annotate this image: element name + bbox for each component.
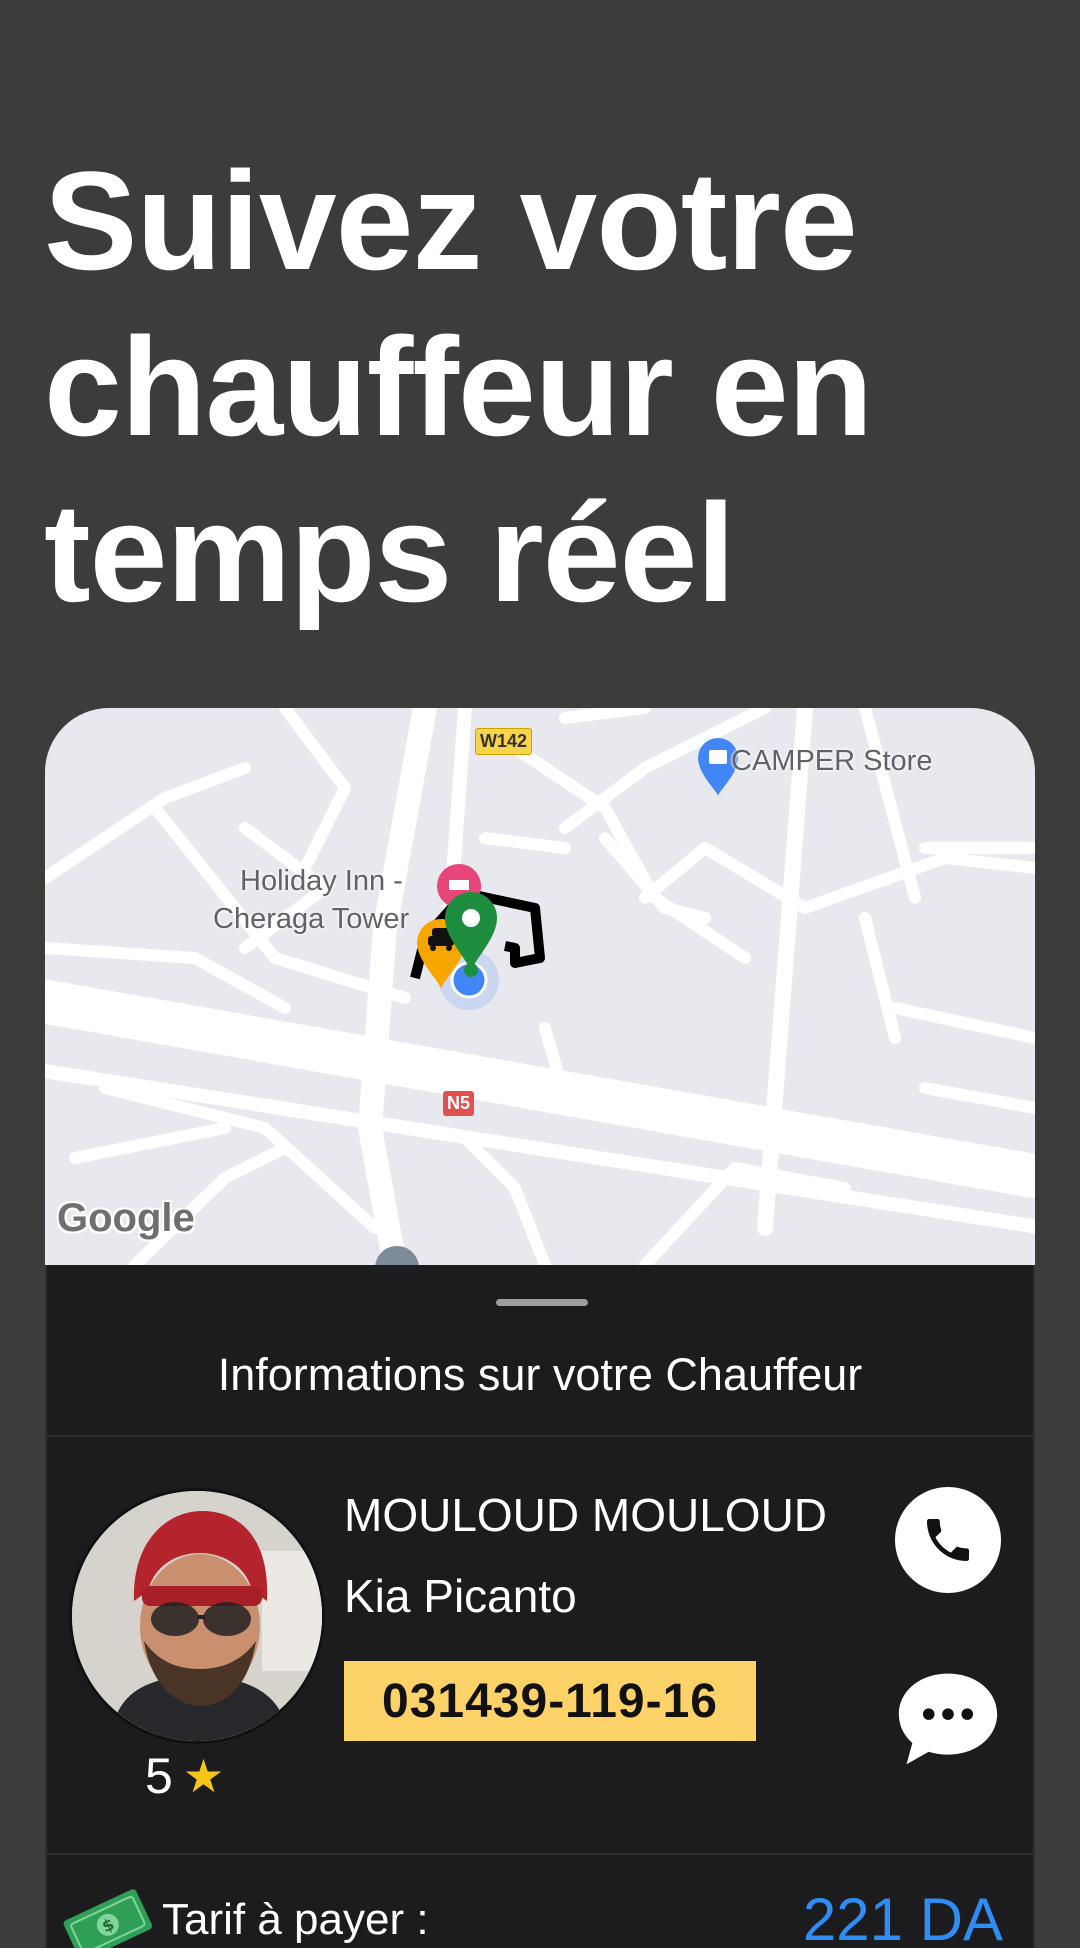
sheet-title: Informations sur votre Chauffeur [217, 1349, 863, 1400]
chat-bubble-icon [898, 1673, 998, 1765]
driver-rating: 5 ★ [145, 1747, 224, 1805]
map-roads [45, 708, 1035, 1265]
promo-headline: Suivez votre chauffeur en temps réel [44, 138, 1044, 636]
call-driver-button[interactable] [895, 1487, 1001, 1593]
license-plate: 031439-119-16 [344, 1661, 756, 1741]
drag-handle[interactable] [496, 1299, 588, 1306]
message-driver-button[interactable] [895, 1665, 1001, 1771]
headline-line-1: Suivez votre [44, 142, 858, 299]
driver-avatar [69, 1488, 325, 1744]
road-shield-w142: W142 [475, 728, 533, 755]
divider [47, 1435, 1033, 1437]
money-icon: $ [57, 1883, 157, 1948]
divider [47, 1853, 1033, 1855]
driver-name: MOULOUD MOULOUD [344, 1489, 828, 1541]
headline-line-2: chauffeur en [44, 308, 873, 465]
phone-icon [927, 1519, 969, 1561]
fare-value: 221 DA [802, 1886, 1003, 1948]
star-icon: ★ [182, 1750, 225, 1802]
road-shield-n5: N5 [443, 1091, 475, 1116]
car-model: Kia Picanto [344, 1570, 577, 1622]
map-view[interactable]: W142 N5 CAMPER Store Holiday Inn - Chera… [45, 708, 1035, 1265]
hotel-label-line-2: Cheraga Tower [213, 903, 410, 935]
hotel-label-line-1: Holiday Inn - [240, 865, 403, 897]
headline-line-3: temps réel [44, 474, 735, 631]
fare-label: Tarif à payer : [162, 1895, 429, 1944]
rating-value: 5 [145, 1748, 173, 1804]
google-logo: Google [57, 1196, 195, 1240]
app-screenshot-card: W142 N5 CAMPER Store Holiday Inn - Chera… [45, 708, 1035, 1948]
driver-info-sheet: Informations sur votre Chauffeur 5 ★ MOU… [45, 1265, 1035, 1948]
store-label: CAMPER Store [731, 745, 933, 777]
